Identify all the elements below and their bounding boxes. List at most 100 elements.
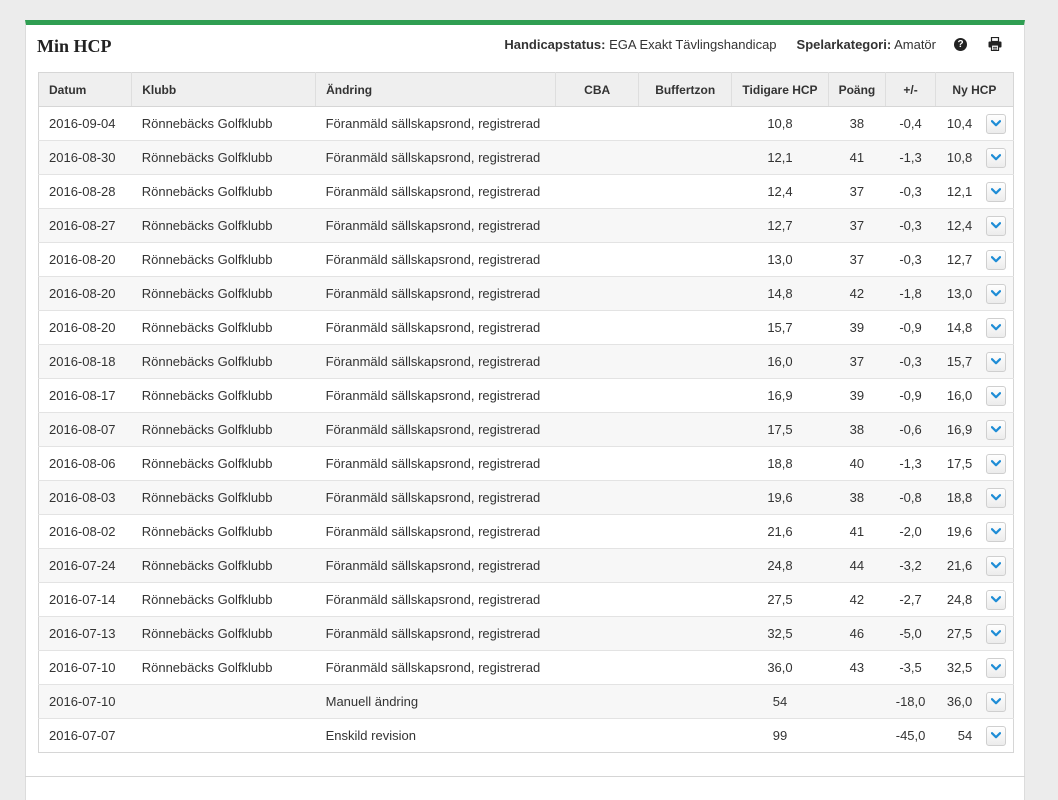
cell-change: Manuell ändring — [315, 684, 556, 719]
cell-new-hcp: 21,6 — [935, 548, 983, 583]
player-category-label: Spelarkategori: — [796, 36, 892, 52]
expand-row-button[interactable] — [986, 691, 1007, 712]
table-row: 2016-09-04 Rönnebäcks Golfklubb Föranmäld … — [38, 106, 1014, 141]
col-header-change[interactable]: Ändring — [315, 72, 557, 107]
cell-buffer — [638, 616, 732, 651]
table-row: 2016-08-30 Rönnebäcks Golfklubb Föranmäld … — [38, 140, 1014, 175]
cell-change: Föranmäld sällskapsrond, registrerad — [315, 140, 556, 175]
expand-row-button[interactable] — [986, 385, 1007, 406]
col-header-prev-hcp[interactable]: Tidigare HCP — [731, 72, 829, 107]
cell-buffer — [638, 344, 732, 379]
cell-expand — [982, 684, 1014, 719]
page-title: Min HCP — [37, 36, 112, 56]
cell-cba — [555, 106, 639, 141]
col-header-cba[interactable]: CBA — [555, 72, 639, 107]
cell-expand — [982, 650, 1014, 685]
expand-row-button[interactable] — [986, 113, 1007, 134]
cell-change: Föranmäld sällskapsrond, registrerad — [315, 650, 556, 685]
col-header-new-hcp[interactable]: Ny HCP — [935, 72, 1014, 107]
expand-row-button[interactable] — [986, 215, 1007, 236]
col-header-buffer[interactable]: Buffertzon — [638, 72, 733, 107]
cell-club: Rönnebäcks Golfklubb — [131, 344, 316, 379]
cell-points: 38 — [828, 412, 886, 447]
cell-diff: -1,8 — [885, 276, 936, 311]
cell-expand — [982, 344, 1014, 379]
expand-row-button[interactable] — [986, 249, 1007, 270]
cell-new-hcp: 15,7 — [935, 344, 983, 379]
table-row: 2016-08-02 Rönnebäcks Golfklubb Föranmäld … — [38, 514, 1014, 549]
cell-buffer — [638, 412, 732, 447]
cell-date: 2016-08-20 — [38, 310, 132, 345]
expand-row-button[interactable] — [986, 725, 1007, 746]
cell-change: Föranmäld sällskapsrond, registrerad — [315, 208, 556, 243]
cell-change: Föranmäld sällskapsrond, registrerad — [315, 514, 556, 549]
cell-prev-hcp: 24,8 — [731, 548, 829, 583]
cell-date: 2016-09-04 — [38, 106, 132, 141]
cell-date: 2016-08-20 — [38, 276, 132, 311]
cell-prev-hcp: 12,1 — [731, 140, 829, 175]
col-header-diff[interactable]: +/- — [885, 72, 936, 107]
expand-row-button[interactable] — [986, 555, 1007, 576]
cell-club: Rönnebäcks Golfklubb — [131, 514, 316, 549]
col-header-club[interactable]: Klubb — [131, 72, 317, 107]
expand-row-button[interactable] — [986, 283, 1007, 304]
cell-date: 2016-08-20 — [38, 242, 132, 277]
cell-diff: -1,3 — [885, 140, 936, 175]
cell-prev-hcp: 15,7 — [731, 310, 829, 345]
table-body: 2016-09-04 Rönnebäcks Golfklubb Föranmäld … — [38, 106, 1014, 753]
cell-club: Rönnebäcks Golfklubb — [131, 616, 316, 651]
print-button[interactable] — [988, 36, 1004, 52]
cell-new-hcp: 24,8 — [935, 582, 983, 617]
cell-expand — [982, 310, 1014, 345]
table-row: 2016-07-10 Rönnebäcks Golfklubb Föranmäld … — [38, 650, 1014, 685]
table-row: 2016-07-07 Enskild revision 99 -45,0 54 — [38, 718, 1014, 753]
chevron-down-icon — [991, 154, 1002, 161]
expand-row-button[interactable] — [986, 317, 1007, 338]
cell-cba — [555, 276, 639, 311]
col-header-points[interactable]: Poäng — [828, 72, 887, 107]
cell-cba — [555, 684, 639, 719]
cell-new-hcp: 14,8 — [935, 310, 983, 345]
expand-row-button[interactable] — [986, 147, 1007, 168]
printer-icon — [988, 36, 1002, 52]
handicap-status: Handicapstatus: EGA Exakt Tävlingshandic… — [504, 37, 776, 52]
expand-row-button[interactable] — [986, 487, 1007, 508]
expand-row-button[interactable] — [986, 419, 1007, 440]
cell-club: Rönnebäcks Golfklubb — [131, 548, 316, 583]
cell-club: Rönnebäcks Golfklubb — [131, 276, 316, 311]
cell-club: Rönnebäcks Golfklubb — [131, 140, 316, 175]
cell-points: 42 — [828, 276, 886, 311]
cell-date: 2016-07-10 — [38, 650, 132, 685]
cell-diff: -0,6 — [885, 412, 936, 447]
cell-diff: -0,3 — [885, 344, 936, 379]
table-row: 2016-08-18 Rönnebäcks Golfklubb Föranmäld … — [38, 344, 1014, 379]
col-header-date[interactable]: Datum — [38, 72, 133, 107]
expand-row-button[interactable] — [986, 453, 1007, 474]
chevron-down-icon — [991, 630, 1002, 637]
cell-change: Föranmäld sällskapsrond, registrerad — [315, 446, 556, 481]
expand-row-button[interactable] — [986, 181, 1007, 202]
expand-row-button[interactable] — [986, 521, 1007, 542]
cell-date: 2016-07-07 — [38, 718, 132, 753]
expand-row-button[interactable] — [986, 589, 1007, 610]
cell-cba — [555, 514, 639, 549]
cell-club: Rönnebäcks Golfklubb — [131, 242, 316, 277]
table-row: 2016-08-20 Rönnebäcks Golfklubb Föranmäld … — [38, 276, 1014, 311]
expand-row-button[interactable] — [986, 623, 1007, 644]
cell-diff: -3,2 — [885, 548, 936, 583]
cell-prev-hcp: 32,5 — [731, 616, 829, 651]
cell-expand — [982, 582, 1014, 617]
expand-row-button[interactable] — [986, 351, 1007, 372]
cell-cba — [555, 344, 639, 379]
help-button[interactable]: ? — [954, 36, 970, 52]
cell-cba — [555, 412, 639, 447]
cell-prev-hcp: 19,6 — [731, 480, 829, 515]
cell-points: 37 — [828, 208, 886, 243]
chevron-down-icon — [991, 188, 1002, 195]
expand-row-button[interactable] — [986, 657, 1007, 678]
chevron-down-icon — [991, 698, 1002, 705]
cell-buffer — [638, 174, 732, 209]
cell-club — [131, 718, 316, 753]
cell-points: 46 — [828, 616, 886, 651]
cell-points: 44 — [828, 548, 886, 583]
